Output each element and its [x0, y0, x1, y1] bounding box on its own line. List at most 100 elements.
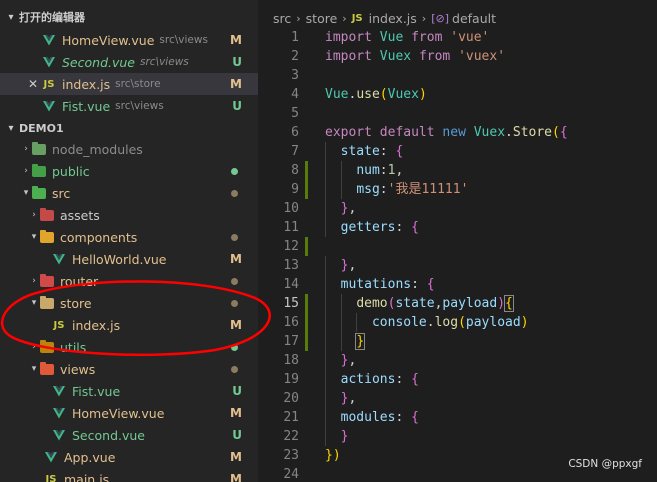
tree-file-app[interactable]: App.vue M: [0, 446, 258, 468]
code-line[interactable]: 11 getters: {: [258, 218, 657, 237]
breadcrumb: src › store › JS index.js › [⊘] default: [273, 9, 496, 27]
line-number: 24: [283, 467, 299, 482]
public-folder-icon: [32, 163, 46, 177]
status-dot: [231, 299, 238, 307]
tree-folder-views[interactable]: ▾ views: [0, 358, 258, 380]
chevron-down-icon: ▾: [31, 364, 37, 374]
code-text: num:1,: [356, 163, 404, 178]
tree-folder-src[interactable]: ▾ src: [0, 182, 258, 204]
vue-file-icon: [52, 253, 66, 265]
code-text: getters: {: [340, 220, 419, 235]
js-file-icon: JS: [45, 473, 57, 482]
tree-file-fist[interactable]: Fist.vue U: [0, 380, 258, 402]
js-file-icon: JS: [351, 12, 363, 24]
breadcrumb-src[interactable]: src: [273, 11, 291, 26]
code-line[interactable]: 2 import Vuex from 'vuex': [258, 47, 657, 66]
tree-folder-store[interactable]: ▾ store: [0, 292, 258, 314]
breadcrumb-store[interactable]: store: [306, 11, 338, 26]
line-number: 9: [291, 182, 299, 197]
code-line[interactable]: 19 actions: {: [258, 370, 657, 389]
src-folder-icon: [32, 185, 46, 199]
code-line[interactable]: 10 },: [258, 199, 657, 218]
code-line[interactable]: 17 }: [258, 332, 657, 351]
git-change-bar: [305, 294, 308, 313]
line-number: 13: [283, 258, 299, 273]
code-text: }: [355, 333, 366, 350]
code-text: },: [340, 353, 357, 368]
chevron-right-icon: ›: [24, 166, 28, 176]
tree-folder-utils[interactable]: › utils: [0, 336, 258, 358]
code-line[interactable]: 4 Vue.use(Vuex): [258, 85, 657, 104]
chevron-right-icon: ›: [32, 276, 36, 286]
line-number: 19: [283, 372, 299, 387]
code-editor[interactable]: src › store › JS index.js › [⊘] default …: [258, 0, 657, 482]
line-number: 1: [291, 30, 299, 45]
open-editor-item[interactable]: Second.vue src\views U: [0, 51, 258, 73]
code-line[interactable]: 16 console.log(payload): [258, 313, 657, 332]
open-editors-header[interactable]: ▾ 打开的编辑器: [0, 7, 258, 27]
line-number: 12: [283, 239, 299, 254]
components-folder-icon: [40, 229, 54, 243]
line-number: 18: [283, 353, 299, 368]
vue-file-icon: [42, 56, 56, 68]
tree-folder-router[interactable]: › router: [0, 270, 258, 292]
open-editor-item[interactable]: Fist.vue src\views U: [0, 95, 258, 117]
code-line[interactable]: 20 },: [258, 389, 657, 408]
code-text: mutations: {: [340, 277, 435, 292]
code-line[interactable]: 22 }: [258, 427, 657, 446]
project-header[interactable]: ▾ DEMO1: [0, 118, 258, 138]
code-line[interactable]: 21 modules: {: [258, 408, 657, 427]
line-number: 6: [291, 125, 299, 140]
open-editor-name: Second.vue: [62, 54, 135, 70]
code-line[interactable]: 8 num:1,: [258, 161, 657, 180]
code-line[interactable]: 15 demo(state,payload){: [258, 294, 657, 313]
code-line[interactable]: 5: [258, 104, 657, 123]
code-line[interactable]: 14 mutations: {: [258, 275, 657, 294]
breadcrumb-symbol[interactable]: default: [452, 11, 496, 26]
tree-folder-public[interactable]: › public: [0, 160, 258, 182]
code-line[interactable]: 12: [258, 237, 657, 256]
git-change-bar: [305, 180, 308, 199]
line-number: 20: [283, 391, 299, 406]
breadcrumb-file[interactable]: index.js: [369, 11, 417, 26]
tree-folder-components[interactable]: ▾ components: [0, 226, 258, 248]
code-text: actions: {: [340, 372, 419, 387]
explorer-panel: ▾ 打开的编辑器 HomeView.vue src\views M Second…: [0, 0, 258, 482]
code-text: },: [340, 201, 357, 216]
open-editor-item-active[interactable]: ✕ JS index.js src\store M: [0, 73, 258, 95]
tree-file-main[interactable]: JS main.js M: [0, 468, 258, 482]
line-number: 22: [283, 429, 299, 444]
code-text: demo(state,payload){: [356, 295, 514, 312]
code-line[interactable]: 3: [258, 66, 657, 85]
views-folder-icon: [40, 361, 54, 375]
code-text: }: [340, 429, 349, 444]
code-line[interactable]: 7 state: {: [258, 142, 657, 161]
tree-file-helloworld[interactable]: HelloWorld.vue M: [0, 248, 258, 270]
tree-file-store-index[interactable]: JS index.js M: [0, 314, 258, 336]
status-dot: [231, 233, 238, 241]
open-editor-item[interactable]: HomeView.vue src\views M: [0, 29, 258, 51]
line-number: 17: [283, 334, 299, 349]
vue-file-icon: [52, 385, 66, 397]
code-line[interactable]: 13 },: [258, 256, 657, 275]
tree-file-second[interactable]: Second.vue U: [0, 424, 258, 446]
code-line[interactable]: 1 import Vue from 'vue': [258, 28, 657, 47]
code-line[interactable]: 6 export default new Vuex.Store({: [258, 123, 657, 142]
vue-file-icon: [42, 34, 56, 46]
vue-file-icon: [42, 100, 56, 112]
open-editor-path: src\store: [115, 78, 161, 90]
status-dot: [231, 343, 238, 351]
line-number: 10: [283, 201, 299, 216]
code-text: },: [340, 258, 357, 273]
close-icon[interactable]: ✕: [24, 77, 42, 91]
git-change-bar: [305, 161, 308, 180]
status-dot: [231, 277, 238, 285]
code-line[interactable]: 9 msg:'我是11111': [258, 180, 657, 199]
code-line[interactable]: 18 },: [258, 351, 657, 370]
line-number: 5: [291, 106, 299, 121]
open-editor-path: src\views: [115, 100, 164, 112]
tree-folder-assets[interactable]: › assets: [0, 204, 258, 226]
tree-file-homeview[interactable]: HomeView.vue M: [0, 402, 258, 424]
tree-folder-node-modules[interactable]: › node_modules: [0, 138, 258, 160]
open-editor-name: index.js: [62, 76, 111, 92]
